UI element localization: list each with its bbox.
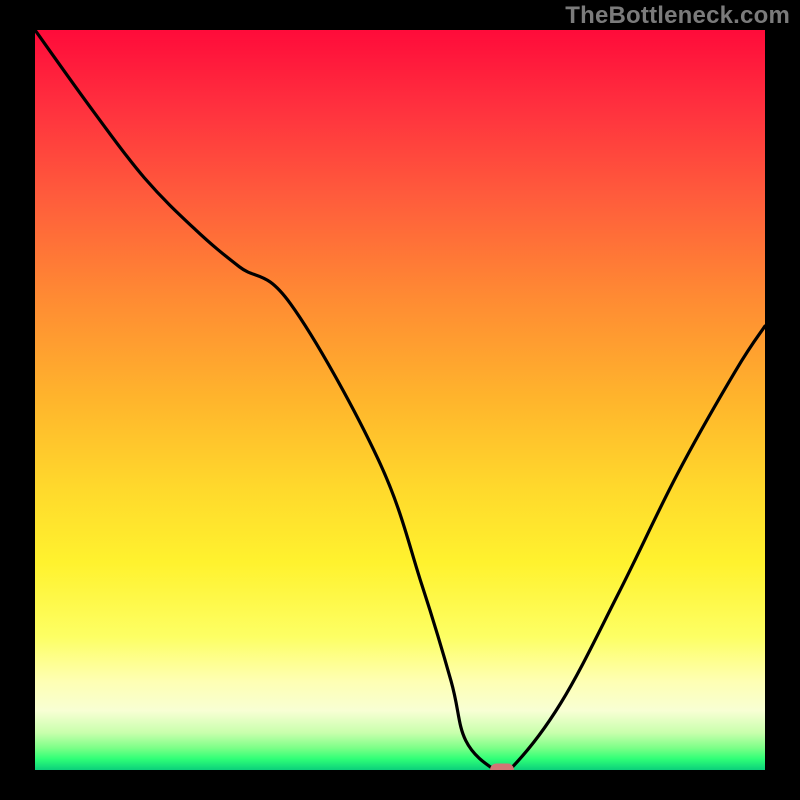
chart-frame: TheBottleneck.com xyxy=(0,0,800,800)
bottleneck-curve xyxy=(35,30,765,770)
bottom-frame-band xyxy=(0,770,800,800)
plot-area xyxy=(35,30,765,770)
watermark-text: TheBottleneck.com xyxy=(565,2,790,30)
